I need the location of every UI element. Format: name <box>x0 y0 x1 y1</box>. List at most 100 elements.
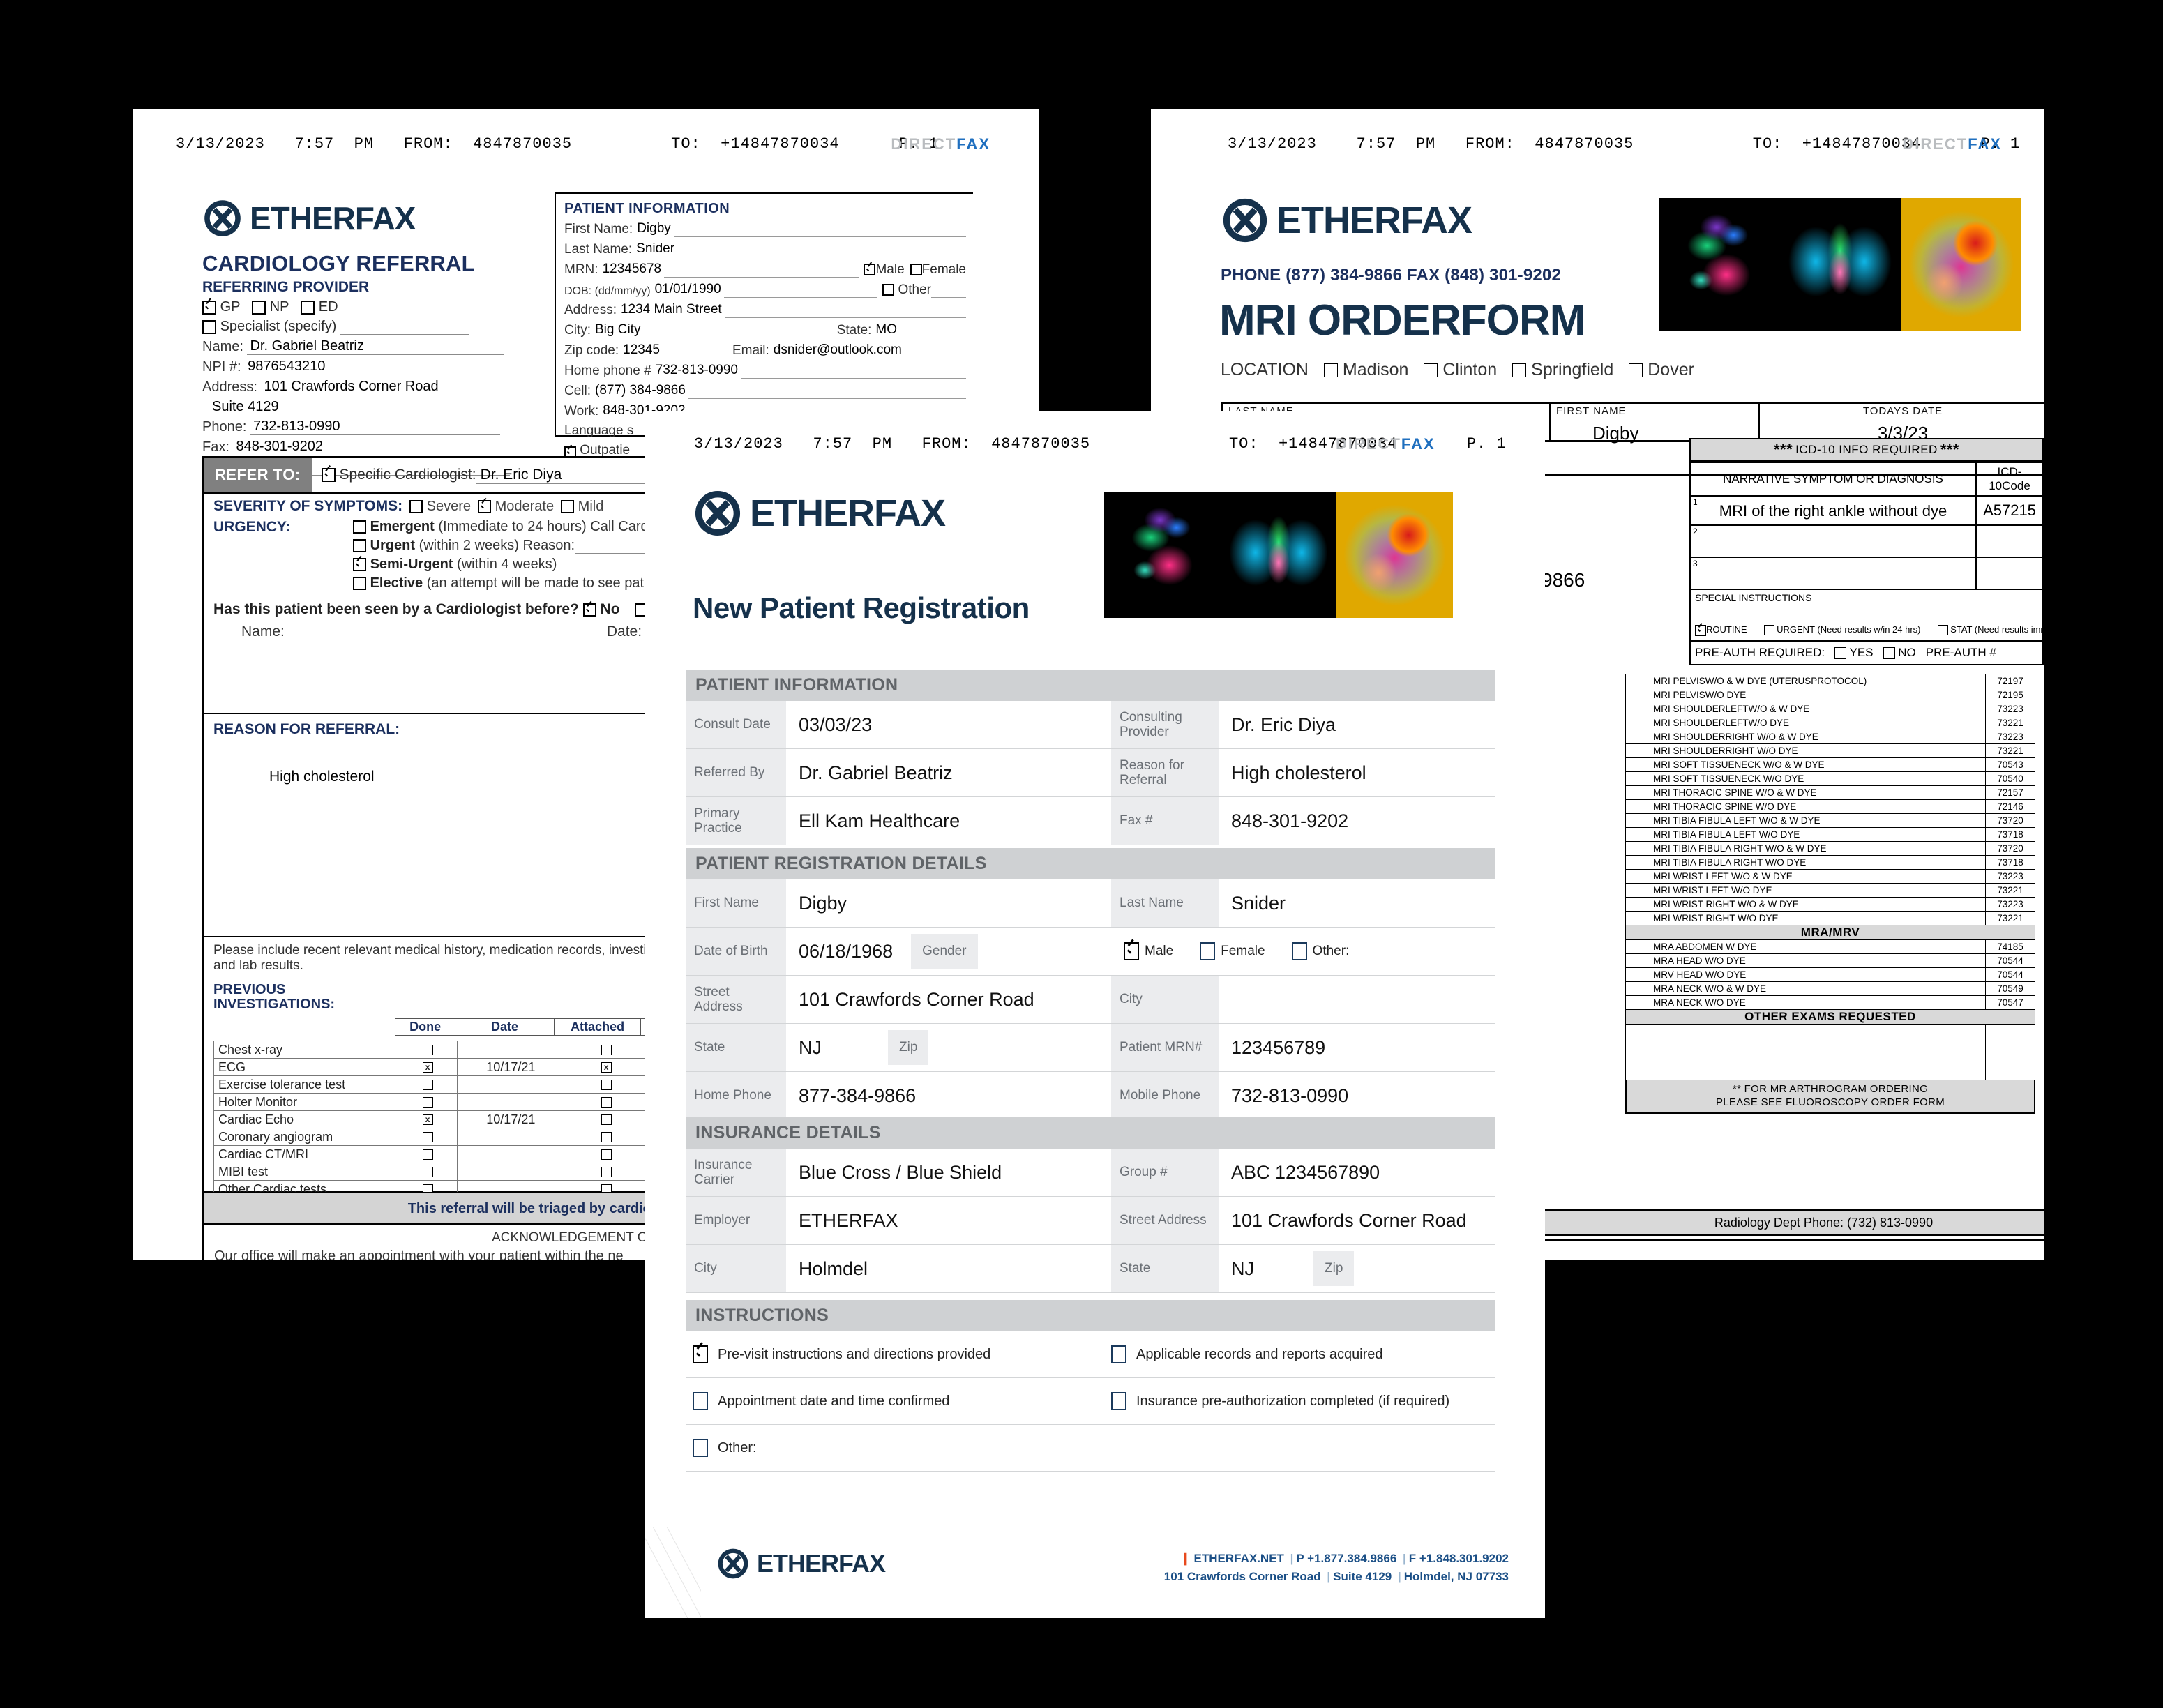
first-name-value[interactable]: Digby <box>786 879 1111 928</box>
urgent-checkbox[interactable] <box>353 539 366 553</box>
consult-date-value[interactable]: 03/03/23 <box>786 701 1111 749</box>
gender-other-checkbox[interactable] <box>1291 942 1307 960</box>
exam-checkbox-cell[interactable] <box>1625 1052 1650 1066</box>
seen-name-field[interactable] <box>288 628 519 640</box>
stat-results-checkbox[interactable] <box>1937 625 1948 636</box>
pi-email-value[interactable]: dsnider@outlook.com <box>769 342 905 358</box>
inv-done[interactable] <box>398 1163 458 1181</box>
appointment-confirmed-checkbox[interactable] <box>693 1392 708 1410</box>
location-madison-checkbox[interactable] <box>1323 363 1338 378</box>
location-springfield-checkbox[interactable] <box>1512 363 1527 378</box>
np-checkbox[interactable] <box>252 300 266 315</box>
inv-date[interactable] <box>457 1128 565 1146</box>
exam-checkbox-cell[interactable] <box>1625 841 1650 856</box>
semi-urgent-checkbox[interactable] <box>353 558 366 572</box>
insurance-street-value[interactable]: 101 Crawfords Corner Road <box>1219 1196 1495 1245</box>
patient-mrn-value[interactable]: 123456789 <box>1219 1023 1495 1072</box>
npi-value[interactable]: 9876543210 <box>245 358 516 375</box>
footer-website[interactable]: ETHERFAX.NET <box>1194 1552 1284 1565</box>
other-instruction-checkbox[interactable] <box>693 1439 708 1457</box>
inv-date[interactable]: 10/17/21 <box>457 1110 565 1128</box>
pi-state-value[interactable]: MO <box>871 322 900 338</box>
location-dover-checkbox[interactable] <box>1629 363 1643 378</box>
seen-before-no-checkbox[interactable] <box>582 603 596 617</box>
exam-checkbox-cell[interactable] <box>1625 953 1650 968</box>
icd-row3-code[interactable] <box>1975 557 2044 590</box>
emergent-checkbox[interactable] <box>353 520 366 534</box>
exam-checkbox-cell[interactable] <box>1625 939 1650 954</box>
preauth-yes-checkbox[interactable] <box>1834 647 1847 659</box>
inv-date[interactable]: 10/17/21 <box>457 1058 565 1076</box>
exam-checkbox-cell[interactable] <box>1625 702 1650 716</box>
exam-name[interactable] <box>1650 1024 1986 1038</box>
exam-checkbox-cell[interactable] <box>1625 911 1650 925</box>
employer-value[interactable]: ETHERFAX <box>786 1196 1111 1245</box>
inv-attached[interactable] <box>564 1163 649 1181</box>
exam-checkbox-cell[interactable] <box>1625 883 1650 898</box>
pi-dob-value[interactable]: 01/01/1990 <box>651 282 724 298</box>
ed-checkbox[interactable] <box>301 300 315 315</box>
exam-code[interactable] <box>1985 1038 2035 1052</box>
exam-checkbox-cell[interactable] <box>1625 1024 1650 1038</box>
exam-checkbox-cell[interactable] <box>1625 730 1650 744</box>
specialist-checkbox[interactable] <box>202 319 216 334</box>
pi-cell-value[interactable]: (877) 384-9866 <box>591 383 688 399</box>
pi-first-name-value[interactable]: Digby <box>633 221 674 237</box>
provider-address-value[interactable]: 101 Crawfords Corner Road <box>261 379 508 395</box>
gender-female-checkbox[interactable] <box>1200 942 1216 960</box>
exam-checkbox-cell[interactable] <box>1625 799 1650 814</box>
exam-checkbox-cell[interactable] <box>1625 716 1650 730</box>
exam-checkbox-cell[interactable] <box>1625 743 1650 758</box>
exam-checkbox-cell[interactable] <box>1625 995 1650 1010</box>
pi-male-checkbox[interactable] <box>864 264 876 276</box>
location-clinton-checkbox[interactable] <box>1424 363 1438 378</box>
inv-date[interactable] <box>457 1093 565 1111</box>
mild-checkbox[interactable] <box>561 499 575 513</box>
inv-attached[interactable]: x <box>564 1058 649 1076</box>
exam-checkbox-cell[interactable] <box>1625 827 1650 842</box>
pi-address-value[interactable]: 1234 Main Street <box>617 302 725 318</box>
inv-done[interactable] <box>398 1075 458 1094</box>
pi-other-checkbox[interactable] <box>882 284 895 296</box>
specialist-field[interactable] <box>340 323 469 335</box>
inv-done[interactable]: x <box>398 1058 458 1076</box>
group-number-value[interactable]: ABC 1234567890 <box>1219 1149 1495 1197</box>
inv-date[interactable] <box>457 1163 565 1181</box>
exam-code[interactable] <box>1985 1066 2035 1080</box>
dob-value[interactable]: 06/18/1968 <box>799 941 893 962</box>
pi-zip-value[interactable]: 12345 <box>619 342 663 358</box>
exam-code[interactable] <box>1985 1052 2035 1066</box>
exam-checkbox-cell[interactable] <box>1625 1066 1650 1080</box>
inv-date[interactable] <box>457 1075 565 1094</box>
inv-attached[interactable] <box>564 1128 649 1146</box>
insurance-city-value[interactable]: Holmdel <box>786 1244 1111 1293</box>
inv-attached[interactable] <box>564 1110 649 1128</box>
inv-attached[interactable] <box>564 1093 649 1111</box>
home-phone-value[interactable]: 877-384-9866 <box>786 1071 1111 1120</box>
inv-done[interactable] <box>398 1145 458 1163</box>
street-address-value[interactable]: 101 Crawfords Corner Road <box>786 975 1111 1024</box>
pi-last-name-value[interactable]: Snider <box>632 241 677 257</box>
provider-name-value[interactable]: Dr. Gabriel Beatriz <box>247 338 504 355</box>
state-value[interactable]: NJ <box>799 1037 888 1059</box>
exam-checkbox-cell[interactable] <box>1625 1038 1650 1052</box>
exam-name[interactable] <box>1650 1038 1986 1052</box>
insurance-preauth-checkbox[interactable] <box>1111 1392 1126 1410</box>
previsit-instructions-checkbox[interactable] <box>693 1345 708 1363</box>
exam-checkbox-cell[interactable] <box>1625 688 1650 702</box>
consulting-provider-value[interactable]: Dr. Eric Diya <box>1219 701 1495 749</box>
exam-checkbox-cell[interactable] <box>1625 757 1650 772</box>
inv-date[interactable] <box>457 1041 565 1059</box>
fax-number-value[interactable]: 848-301-9202 <box>1219 796 1495 845</box>
gender-male-checkbox[interactable] <box>1124 942 1139 960</box>
inv-attached[interactable] <box>564 1145 649 1163</box>
icd-row1-narrative[interactable]: 1 MRI of the right ankle without dye <box>1689 495 1977 526</box>
referred-by-value[interactable]: Dr. Gabriel Beatriz <box>786 748 1111 797</box>
icd-row3-narrative[interactable]: 3 <box>1689 557 1977 590</box>
records-acquired-checkbox[interactable] <box>1111 1345 1126 1363</box>
primary-practice-value[interactable]: Ell Kam Healthcare <box>786 796 1111 845</box>
pi-female-checkbox[interactable] <box>910 264 922 276</box>
exam-name[interactable] <box>1650 1052 1986 1066</box>
exam-name[interactable] <box>1650 1066 1986 1080</box>
exam-checkbox-cell[interactable] <box>1625 813 1650 828</box>
